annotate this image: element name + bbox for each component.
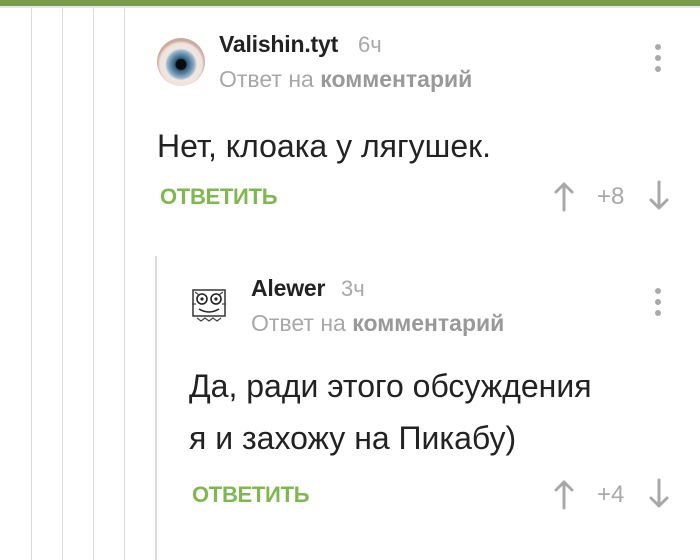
thread-line[interactable] — [31, 8, 32, 560]
comment-actions: ОТВЕТИТЬ +8 — [157, 178, 687, 214]
thread-line[interactable] — [93, 8, 94, 560]
reply-to-target[interactable]: комментарий — [320, 66, 472, 92]
downvote-icon[interactable] — [648, 180, 670, 212]
comment-time: 3ч — [341, 276, 365, 301]
thread-line[interactable] — [155, 256, 157, 560]
doodle-avatar-icon[interactable] — [189, 284, 229, 324]
comment-time: 6ч — [358, 32, 382, 57]
reply-to-prefix: Ответ на — [219, 66, 314, 92]
upvote-icon[interactable] — [553, 478, 575, 510]
eye-avatar-icon[interactable] — [157, 38, 205, 86]
comment-actions: ОТВЕТИТЬ +4 — [189, 476, 687, 512]
comment-author[interactable]: Valishin.tyt — [219, 31, 338, 58]
comment-text: Нет, клоака у лягушек. — [157, 128, 492, 164]
reply-button[interactable]: ОТВЕТИТЬ — [160, 184, 278, 210]
upvote-icon[interactable] — [553, 180, 575, 212]
top-bar-shadow — [0, 6, 700, 8]
thread-line[interactable] — [124, 8, 125, 560]
reply-to-link[interactable]: Ответ на комментарий — [251, 310, 504, 337]
comment-text-line: я и захожу на Пикабу) — [189, 420, 517, 456]
thread-line[interactable] — [62, 8, 63, 560]
more-menu-icon[interactable] — [655, 288, 663, 316]
comment-score: +4 — [597, 481, 625, 508]
reply-to-prefix: Ответ на — [251, 310, 346, 336]
more-menu-icon[interactable] — [655, 44, 663, 72]
reply-to-target[interactable]: комментарий — [352, 310, 504, 336]
reply-button[interactable]: ОТВЕТИТЬ — [192, 482, 310, 508]
comment-text: Да, ради этого обсуждения я и захожу на … — [189, 360, 679, 464]
comment: Valishin.tyt 6ч Ответ на комментарий Нет… — [157, 28, 687, 228]
reply-to-link[interactable]: Ответ на комментарий — [219, 66, 472, 93]
downvote-icon[interactable] — [648, 478, 670, 510]
comment-score: +8 — [597, 183, 625, 210]
comment-author[interactable]: Alewer — [251, 275, 325, 302]
comment: Alewer 3ч Ответ на комментарий Да, ради … — [189, 272, 687, 512]
comment-text-line: Да, ради этого обсуждения — [189, 368, 592, 404]
